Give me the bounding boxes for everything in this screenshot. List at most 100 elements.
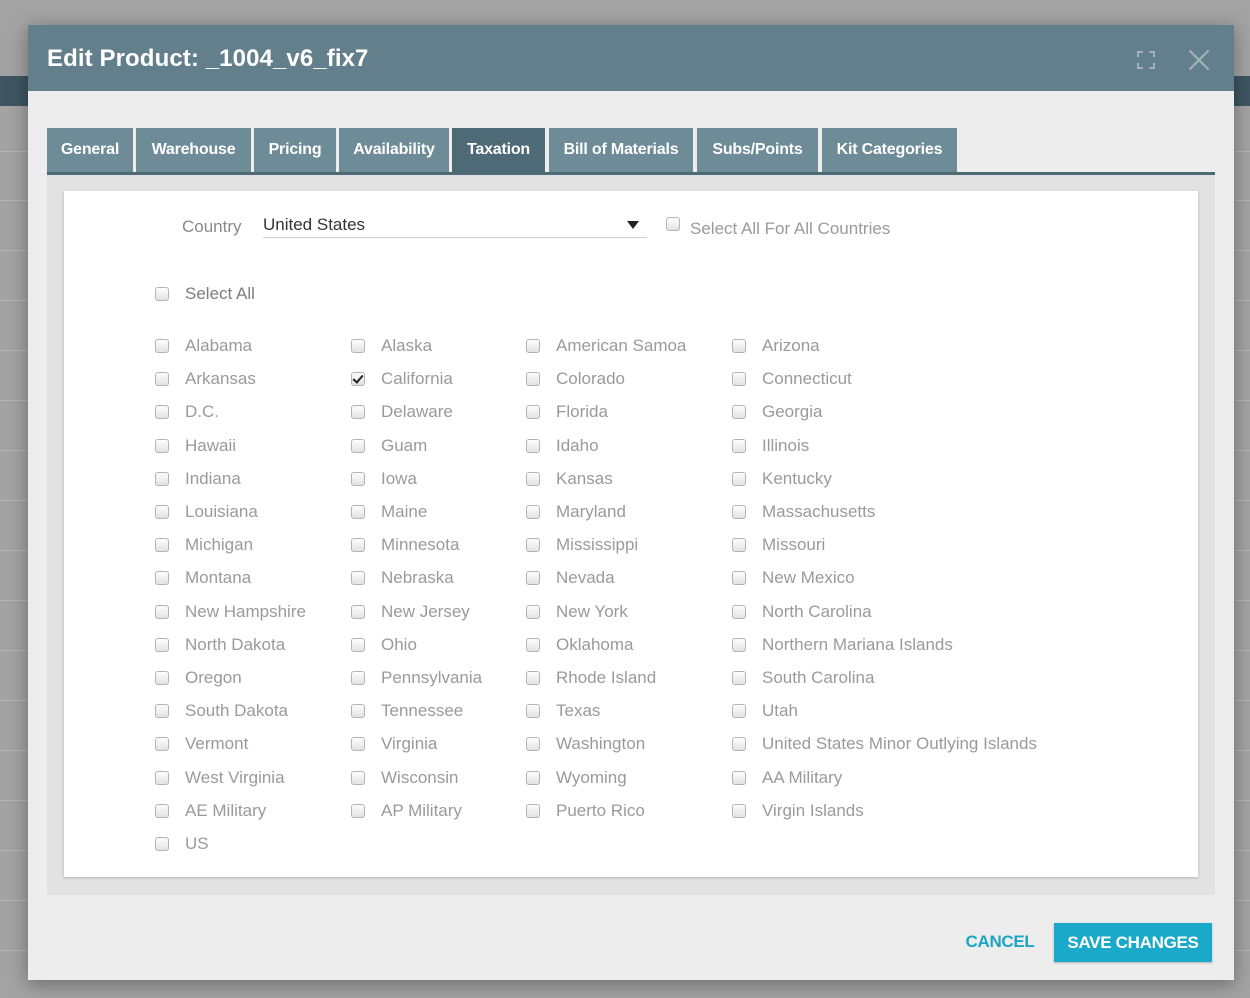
- state-label[interactable]: Arkansas: [185, 369, 256, 389]
- state-label[interactable]: New Mexico: [762, 568, 855, 588]
- state-label[interactable]: Minnesota: [381, 535, 459, 555]
- state-label[interactable]: Oregon: [185, 668, 242, 688]
- state-label[interactable]: Tennessee: [381, 701, 463, 721]
- state-label[interactable]: Maryland: [556, 502, 626, 522]
- state-checkbox[interactable]: [351, 770, 365, 785]
- state-checkbox[interactable]: [351, 505, 365, 519]
- state-checkbox[interactable]: [732, 803, 746, 818]
- state-checkbox[interactable]: [732, 471, 746, 486]
- state-checkbox[interactable]: [351, 438, 365, 453]
- state-label[interactable]: Virginia: [381, 734, 437, 754]
- state-label[interactable]: US: [185, 834, 209, 854]
- state-checkbox[interactable]: [732, 538, 746, 553]
- state-checkbox[interactable]: [351, 803, 365, 818]
- state-checkbox[interactable]: [732, 571, 746, 586]
- state-checkbox[interactable]: [732, 339, 746, 353]
- state-label[interactable]: AP Military: [381, 801, 462, 821]
- state-checkbox[interactable]: [526, 339, 540, 353]
- state-label[interactable]: New Hampshire: [185, 602, 306, 622]
- state-label[interactable]: Guam: [381, 436, 427, 456]
- tab-pricing[interactable]: Pricing: [254, 128, 336, 172]
- tab-taxation[interactable]: Taxation: [452, 128, 545, 172]
- state-checkbox[interactable]: [155, 505, 169, 519]
- state-label[interactable]: American Samoa: [556, 336, 686, 356]
- state-label[interactable]: Florida: [556, 402, 608, 422]
- state-checkbox[interactable]: [351, 339, 365, 353]
- state-label[interactable]: Virgin Islands: [762, 801, 864, 821]
- tab-bill-of-materials[interactable]: Bill of Materials: [549, 128, 693, 172]
- state-label[interactable]: Hawaii: [185, 436, 236, 456]
- state-checkbox[interactable]: [526, 505, 540, 519]
- state-checkbox[interactable]: [526, 803, 540, 818]
- state-checkbox[interactable]: [732, 737, 746, 752]
- expand-icon[interactable]: [1136, 50, 1156, 70]
- state-label[interactable]: Alabama: [185, 336, 252, 356]
- state-checkbox[interactable]: [526, 737, 540, 752]
- close-icon[interactable]: [1187, 48, 1211, 72]
- state-label[interactable]: Michigan: [185, 535, 253, 555]
- state-checkbox[interactable]: [155, 372, 169, 387]
- state-checkbox[interactable]: [155, 737, 169, 752]
- state-label[interactable]: New Jersey: [381, 602, 470, 622]
- state-checkbox[interactable]: [732, 604, 746, 619]
- state-checkbox[interactable]: [351, 637, 365, 652]
- state-label[interactable]: Georgia: [762, 402, 822, 422]
- state-checkbox[interactable]: [526, 604, 540, 619]
- state-label[interactable]: New York: [556, 602, 628, 622]
- state-label[interactable]: South Carolina: [762, 668, 874, 688]
- state-label[interactable]: Puerto Rico: [556, 801, 645, 821]
- state-label[interactable]: North Carolina: [762, 602, 872, 622]
- state-label[interactable]: Utah: [762, 701, 798, 721]
- tab-kit-categories[interactable]: Kit Categories: [822, 128, 957, 172]
- state-checkbox[interactable]: [351, 737, 365, 752]
- country-select[interactable]: United States: [263, 211, 647, 238]
- state-checkbox[interactable]: [732, 405, 746, 420]
- state-label[interactable]: Ohio: [381, 635, 417, 655]
- state-label[interactable]: Indiana: [185, 469, 241, 489]
- state-checkbox[interactable]: [351, 372, 365, 387]
- state-label[interactable]: Delaware: [381, 402, 453, 422]
- state-checkbox[interactable]: [732, 704, 746, 719]
- select-all-label[interactable]: Select All: [185, 284, 255, 304]
- state-label[interactable]: Louisiana: [185, 502, 258, 522]
- save-changes-button[interactable]: SAVE CHANGES: [1054, 923, 1212, 962]
- state-checkbox[interactable]: [351, 671, 365, 685]
- state-checkbox[interactable]: [155, 538, 169, 553]
- state-label[interactable]: Connecticut: [762, 369, 852, 389]
- state-checkbox[interactable]: [526, 538, 540, 553]
- state-label[interactable]: Pennsylvania: [381, 668, 482, 688]
- state-checkbox[interactable]: [155, 438, 169, 453]
- state-label[interactable]: Oklahoma: [556, 635, 633, 655]
- state-checkbox[interactable]: [351, 405, 365, 420]
- state-checkbox[interactable]: [351, 604, 365, 619]
- state-checkbox[interactable]: [155, 471, 169, 486]
- state-checkbox[interactable]: [155, 405, 169, 420]
- state-checkbox[interactable]: [155, 571, 169, 586]
- state-label[interactable]: Iowa: [381, 469, 417, 489]
- state-label[interactable]: Vermont: [185, 734, 248, 754]
- tab-subs-points[interactable]: Subs/Points: [697, 128, 818, 172]
- state-checkbox[interactable]: [155, 837, 169, 851]
- state-checkbox[interactable]: [526, 671, 540, 685]
- state-checkbox[interactable]: [351, 571, 365, 586]
- state-checkbox[interactable]: [732, 770, 746, 785]
- state-label[interactable]: D.C.: [185, 402, 219, 422]
- state-checkbox[interactable]: [732, 637, 746, 652]
- state-label[interactable]: Mississippi: [556, 535, 638, 555]
- state-label[interactable]: Texas: [556, 701, 600, 721]
- state-checkbox[interactable]: [155, 604, 169, 619]
- state-label[interactable]: Northern Mariana Islands: [762, 635, 953, 655]
- state-checkbox[interactable]: [526, 770, 540, 785]
- state-label[interactable]: West Virginia: [185, 768, 285, 788]
- select-all-countries-checkbox[interactable]: [666, 217, 680, 231]
- state-checkbox[interactable]: [155, 637, 169, 652]
- state-checkbox[interactable]: [732, 505, 746, 519]
- state-checkbox[interactable]: [732, 438, 746, 453]
- state-label[interactable]: Wisconsin: [381, 768, 458, 788]
- state-label[interactable]: Montana: [185, 568, 251, 588]
- state-checkbox[interactable]: [526, 471, 540, 486]
- state-checkbox[interactable]: [155, 671, 169, 685]
- state-label[interactable]: Nebraska: [381, 568, 454, 588]
- select-all-countries-label[interactable]: Select All For All Countries: [690, 219, 890, 239]
- state-label[interactable]: California: [381, 369, 453, 389]
